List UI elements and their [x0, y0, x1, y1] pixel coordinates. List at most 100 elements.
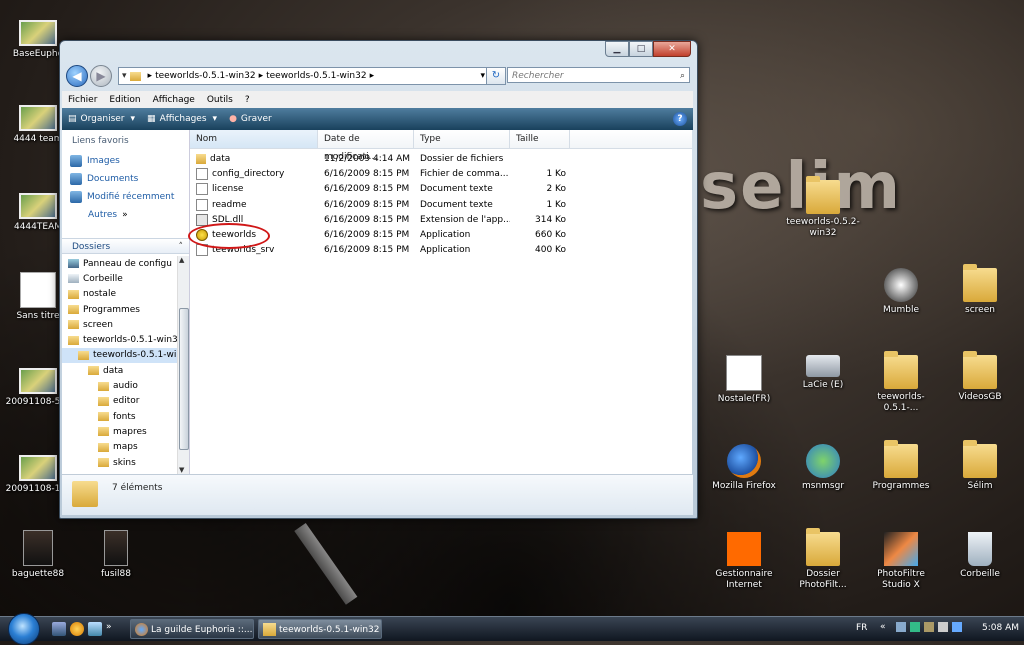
tree-item[interactable]: Programmes — [62, 302, 178, 317]
folder-icon — [68, 320, 79, 330]
folders-header[interactable]: Dossiers ˄ — [62, 238, 189, 254]
chevron-down-icon: ▾ — [130, 114, 136, 124]
tree-item[interactable]: teeworlds-0.5.1-wi — [62, 347, 178, 364]
clock[interactable]: 5:08 AM — [982, 623, 1019, 633]
tray-icon[interactable] — [952, 622, 962, 632]
column-size[interactable]: Taille — [510, 130, 570, 148]
file-row[interactable]: teeworlds_srv 6/16/2009 8:15 PM Applicatio… — [190, 243, 692, 258]
image-icon — [23, 530, 53, 566]
menu-fichier[interactable]: Fichier — [62, 95, 103, 105]
file-row[interactable]: data 11/2/2009 4:14 AM Dossier de fichiers — [190, 151, 692, 166]
favorite-documents[interactable]: Documents — [62, 170, 189, 188]
file-row[interactable]: config_directory 6/16/2009 8:15 PM Fichier… — [190, 166, 692, 181]
desktop-icon[interactable]: Corbeille — [942, 532, 1018, 580]
tree-item[interactable]: VideosGB — [62, 470, 178, 472]
task-explorer[interactable]: teeworlds-0.5.1-win32 — [258, 619, 382, 639]
tree-scrollbar[interactable]: ▲ ▼ — [177, 256, 189, 474]
desktop-icon[interactable]: Mozilla Firefox — [706, 444, 782, 492]
desktop-icon[interactable]: fusil88 — [78, 530, 154, 580]
minimize-button[interactable]: ▁ — [605, 41, 629, 57]
scrollbar-thumb[interactable] — [179, 308, 189, 450]
menu-outils[interactable]: Outils — [201, 95, 239, 105]
breadcrumb-item[interactable]: teeworlds-0.5.1-win32 — [266, 71, 367, 81]
file-size: 1 Ko — [546, 199, 566, 210]
language-indicator[interactable]: FR — [856, 623, 867, 633]
column-name[interactable]: Nom — [190, 130, 318, 148]
search-icon[interactable]: ⌕ — [680, 68, 685, 84]
organize-icon: ▤ — [68, 114, 77, 124]
task-firefox[interactable]: La guilde Euphoria ::... — [130, 619, 254, 639]
highlight-circle — [188, 223, 270, 249]
switch-windows-icon[interactable] — [88, 622, 102, 636]
menu-affichage[interactable]: Affichage — [147, 95, 201, 105]
desktop-icon[interactable]: Programmes — [863, 440, 939, 492]
refresh-button[interactable]: ↻ — [486, 67, 506, 85]
tree-item[interactable]: data — [62, 363, 178, 378]
search-input[interactable]: Rechercher ⌕ — [507, 67, 690, 83]
desktop-icon[interactable]: teeworlds-0.5.2-win32 — [780, 176, 866, 239]
folder-icon — [68, 335, 79, 345]
network-icon[interactable] — [910, 622, 920, 632]
help-icon[interactable]: ? — [673, 112, 687, 126]
favorites-more[interactable]: Autres» — [62, 206, 189, 224]
tray-icon[interactable] — [896, 622, 906, 632]
desktop-icon[interactable]: Mumble — [863, 268, 939, 316]
start-button[interactable] — [8, 613, 40, 645]
desktop-icon[interactable]: PhotoFiltre Studio X — [863, 532, 939, 591]
command-bar: ▤ Organiser ▾ ▦ Affichages ▾ ● Graver ? — [62, 108, 693, 130]
back-button[interactable]: ◀ — [66, 65, 88, 87]
tree-item[interactable]: skins — [62, 455, 178, 470]
desktop-icon[interactable]: Gestionnaire Internet — [706, 532, 782, 591]
desktop-icon[interactable]: Dossier PhotoFilt... — [785, 528, 861, 591]
desktop-icon[interactable]: msnmsgr — [785, 444, 861, 492]
chevron-down-icon[interactable]: ▾ — [119, 71, 130, 81]
column-type[interactable]: Type — [414, 130, 510, 148]
favorite-recent[interactable]: Modifié récemment — [62, 188, 189, 206]
desktop-icon[interactable]: baguette88 — [0, 530, 76, 580]
tray-expand-icon[interactable]: « — [880, 622, 886, 632]
organize-button[interactable]: ▤ Organiser ▾ — [62, 114, 141, 124]
desktop-icon[interactable]: VideosGB — [942, 351, 1018, 403]
tree-item[interactable]: Corbeille — [62, 271, 178, 286]
photofiltre-icon — [884, 532, 918, 566]
menu-edition[interactable]: Edition — [103, 95, 146, 105]
tree-item[interactable]: editor — [62, 394, 178, 409]
quicklaunch-more-icon[interactable]: » — [106, 622, 120, 636]
file-row[interactable]: license 6/16/2009 8:15 PM Document texte 2 … — [190, 182, 692, 197]
breadcrumb-item[interactable]: teeworlds-0.5.1-win32 — [155, 71, 256, 81]
image-icon — [104, 530, 128, 566]
tree-item[interactable]: teeworlds-0.5.1-win3 — [62, 332, 178, 347]
navigation-pane: Liens favoris Images Documents Modifié r… — [62, 130, 190, 474]
tree-item[interactable]: fonts — [62, 409, 178, 424]
tree-item[interactable]: audio — [62, 378, 178, 393]
tree-item[interactable]: Panneau de configu — [62, 256, 178, 271]
burn-button[interactable]: ● Graver — [223, 114, 278, 124]
address-bar[interactable]: ▾ ▸ teeworlds-0.5.1-win32 ▸ teeworlds-0.… — [118, 67, 490, 85]
favorite-images[interactable]: Images — [62, 152, 189, 170]
tree-item[interactable]: nostale — [62, 287, 178, 302]
maximize-button[interactable]: □ — [629, 41, 653, 57]
media-player-icon[interactable] — [70, 622, 84, 636]
volume-icon[interactable] — [938, 622, 948, 632]
tree-item[interactable]: screen — [62, 317, 178, 332]
tree-item[interactable]: maps — [62, 440, 178, 455]
desktop-icon[interactable]: Sélim — [942, 440, 1018, 492]
file-row[interactable]: readme 6/16/2009 8:15 PM Document texte 1 K… — [190, 197, 692, 212]
desktop-icon[interactable]: Nostale(FR) — [706, 355, 782, 405]
show-desktop-icon[interactable] — [52, 622, 66, 636]
tree-item[interactable]: mapres — [62, 424, 178, 439]
desktop-icon[interactable]: LaCie (E) — [785, 355, 861, 391]
file-date: 6/16/2009 8:15 PM — [324, 245, 410, 256]
column-date[interactable]: Date de modificati... — [318, 130, 414, 162]
documents-icon — [70, 173, 82, 185]
views-button[interactable]: ▦ Affichages ▾ — [141, 114, 223, 124]
desktop-icon[interactable]: teeworlds-0.5.1-... — [863, 351, 939, 414]
file-type: Document texte — [420, 199, 493, 210]
forward-button[interactable]: ▶ — [90, 65, 112, 87]
menu-help[interactable]: ? — [239, 95, 256, 105]
close-button[interactable]: ✕ — [653, 41, 691, 57]
file-row[interactable]: SDL.dll 6/16/2009 8:15 PM Extension de l'a… — [190, 212, 692, 227]
desktop-icon[interactable]: screen — [942, 264, 1018, 316]
folder-icon — [263, 623, 276, 636]
tray-icon[interactable] — [924, 622, 934, 632]
